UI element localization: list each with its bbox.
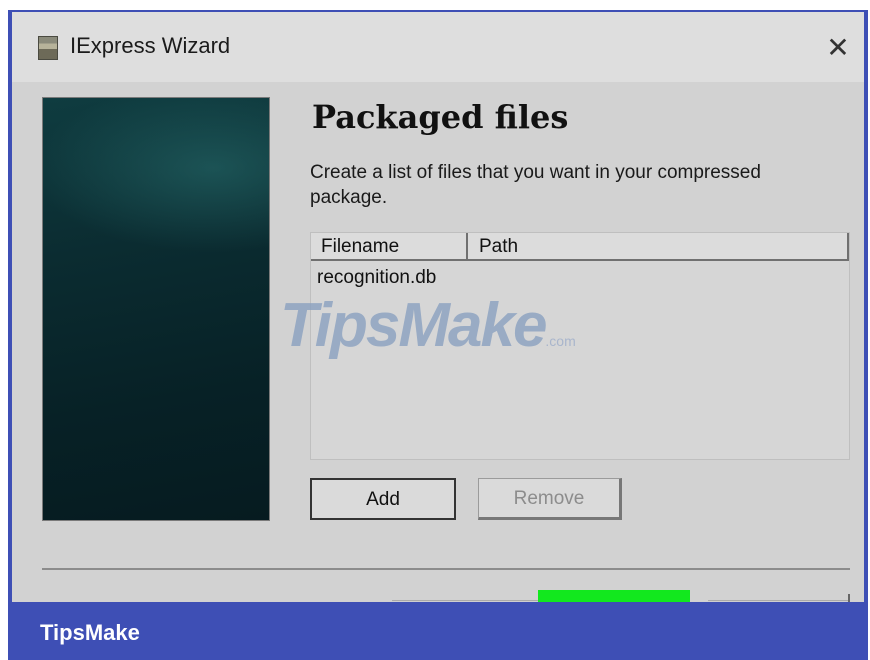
- packaged-files-list[interactable]: Filename Path recognition.db: [310, 232, 850, 460]
- column-header-path[interactable]: Path: [479, 236, 518, 258]
- page-title: Packaged files: [312, 98, 569, 136]
- button-edge: [848, 594, 850, 602]
- footer-divider: [42, 568, 850, 570]
- wizard-side-image: [42, 97, 270, 521]
- list-header: Filename Path: [311, 233, 849, 261]
- close-icon[interactable]: ✕: [812, 22, 864, 74]
- brand-name: TipsMake: [40, 620, 140, 645]
- list-item[interactable]: recognition.db: [317, 267, 436, 289]
- next-button-highlight[interactable]: [538, 590, 690, 602]
- installer-package-icon: [38, 36, 58, 60]
- window-title: IExpress Wizard: [70, 33, 231, 58]
- column-separator[interactable]: [466, 233, 468, 259]
- title-bar: IExpress Wizard ✕: [12, 12, 864, 82]
- brand-banner: TipsMake: [8, 602, 868, 660]
- iexpress-wizard-window: IExpress Wizard ✕ Packaged files Create …: [12, 12, 864, 602]
- column-separator[interactable]: [847, 233, 849, 259]
- column-header-filename[interactable]: Filename: [321, 236, 399, 258]
- page-description: Create a list of files that you want in …: [310, 162, 761, 208]
- remove-button[interactable]: Remove: [478, 478, 622, 520]
- add-button[interactable]: Add: [310, 478, 456, 520]
